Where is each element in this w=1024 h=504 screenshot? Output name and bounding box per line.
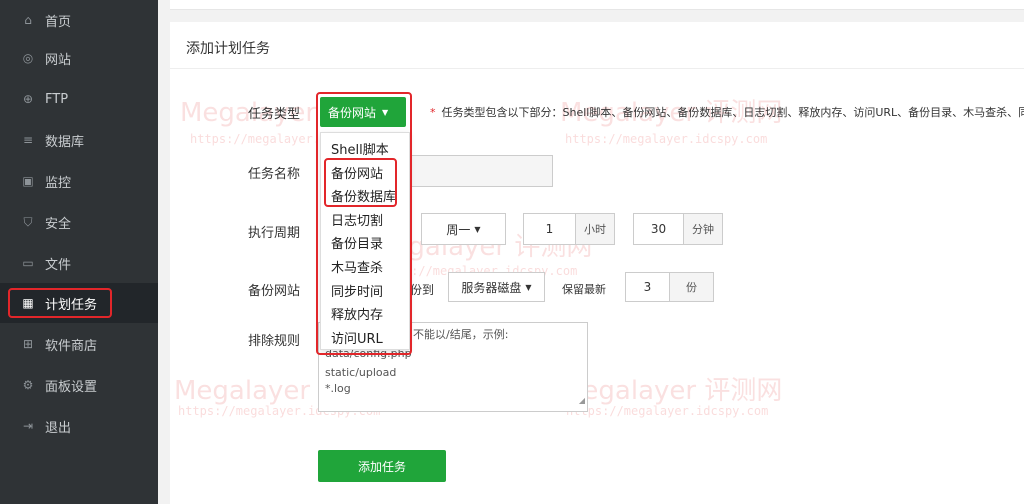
sidebar-item-label: 退出 — [45, 420, 72, 436]
sidebar-item-label: 首页 — [45, 14, 72, 30]
globe-icon: ◎ — [22, 51, 34, 65]
add-task-button[interactable]: 添加任务 — [318, 450, 446, 482]
required-star-icon: * — [430, 106, 436, 119]
gear-icon: ⚙ — [22, 378, 34, 392]
watermark-url: https://megalayer.idcspy.com — [565, 132, 768, 146]
highlight-box-options — [324, 158, 397, 207]
hour-input[interactable]: 1 — [523, 213, 576, 245]
content-gap — [170, 10, 1024, 22]
sidebar-item-label: 安全 — [45, 216, 72, 232]
monitor-icon: ▣ — [22, 174, 34, 188]
weekday-value: 周一 — [446, 222, 471, 237]
logout-icon: ⇥ — [22, 419, 34, 433]
backup-site-label: 备份网站 — [248, 284, 301, 299]
sidebar-item-ftp[interactable]: ⊕ FTP — [0, 79, 158, 119]
database-icon: ≡ — [22, 133, 34, 147]
sidebar-item-logout[interactable]: ⇥ 退出 — [0, 406, 158, 446]
hour-value: 1 — [545, 222, 554, 236]
sidebar-item-label: FTP — [45, 91, 69, 107]
hour-unit: 小时 — [575, 213, 615, 245]
grid-icon: ⊞ — [22, 337, 34, 351]
top-card-edge — [170, 0, 1024, 10]
highlight-box-dropdown — [316, 92, 412, 355]
minute-unit: 分钟 — [683, 213, 723, 245]
sidebar-item-files[interactable]: ▭ 文件 — [0, 243, 158, 283]
folder-icon: ▭ — [22, 256, 34, 270]
task-type-label: 任务类型 — [248, 107, 301, 122]
keep-count-input[interactable]: 3 — [625, 272, 670, 302]
minute-input[interactable]: 30 — [633, 213, 684, 245]
caret-down-icon: ▼ — [525, 282, 532, 292]
exclude-line: static/upload — [325, 366, 397, 379]
backup-target-select[interactable]: 服务器磁盘 ▼ — [448, 272, 545, 302]
sidebar-item-settings[interactable]: ⚙ 面板设置 — [0, 365, 158, 405]
task-type-hint: * 任务类型包含以下部分：Shell脚本、备份网站、备份数据库、日志切割、释放内存… — [430, 104, 1024, 120]
sidebar-item-label: 数据库 — [45, 134, 85, 150]
sidebar-item-label: 面板设置 — [45, 379, 98, 395]
sidebar-item-label: 文件 — [45, 257, 72, 273]
task-type-hint-text: 任务类型包含以下部分：Shell脚本、备份网站、备份数据库、日志切割、释放内存、… — [441, 106, 1024, 119]
shield-icon: ⛉ — [23, 214, 33, 229]
backup-target-value: 服务器磁盘 — [461, 280, 522, 295]
sidebar-item-security[interactable]: ⛉ 安全 — [0, 202, 158, 242]
watermark-url: https://megalayer.idcspy.com — [566, 404, 769, 418]
panel-divider — [170, 68, 1024, 69]
exclude-line: *.log — [325, 382, 351, 395]
caret-down-icon: ▼ — [474, 224, 481, 234]
sidebar-item-website[interactable]: ◎ 网站 — [0, 38, 158, 78]
sidebar-item-database[interactable]: ≡ 数据库 — [0, 120, 158, 160]
sidebar: ⌂ 首页 ◎ 网站 ⊕ FTP ≡ 数据库 ▣ 监控 ⛉ 安全 ▭ 文件 ▦ 计… — [0, 0, 158, 504]
keep-latest-label: 保留最新 — [562, 283, 606, 296]
watermark-brand: Megalayer 评测网 — [560, 376, 783, 406]
sidebar-item-label: 软件商店 — [45, 338, 98, 354]
keep-count-unit: 份 — [669, 272, 714, 302]
task-name-label: 任务名称 — [248, 167, 301, 182]
ftp-icon: ⊕ — [22, 92, 34, 106]
home-icon: ⌂ — [24, 13, 32, 27]
panel-title: 添加计划任务 — [186, 41, 270, 57]
exclude-label: 排除规则 — [248, 334, 301, 349]
sidebar-item-store[interactable]: ⊞ 软件商店 — [0, 324, 158, 364]
sidebar-item-monitor[interactable]: ▣ 监控 — [0, 161, 158, 201]
sidebar-item-label: 监控 — [45, 175, 72, 191]
cycle-label: 执行周期 — [248, 226, 301, 241]
sidebar-item-home[interactable]: ⌂ 首页 — [0, 0, 158, 40]
minute-value: 30 — [650, 222, 667, 236]
keep-count-value: 3 — [643, 280, 652, 294]
resize-grip-icon[interactable]: ◢ — [579, 393, 585, 409]
backup-to-label: 份到 — [410, 283, 435, 297]
weekday-select[interactable]: 周一 ▼ — [421, 213, 506, 245]
sidebar-item-label: 网站 — [45, 52, 72, 68]
task-name-input[interactable] — [405, 155, 553, 187]
highlight-box-sidebar — [8, 288, 112, 318]
